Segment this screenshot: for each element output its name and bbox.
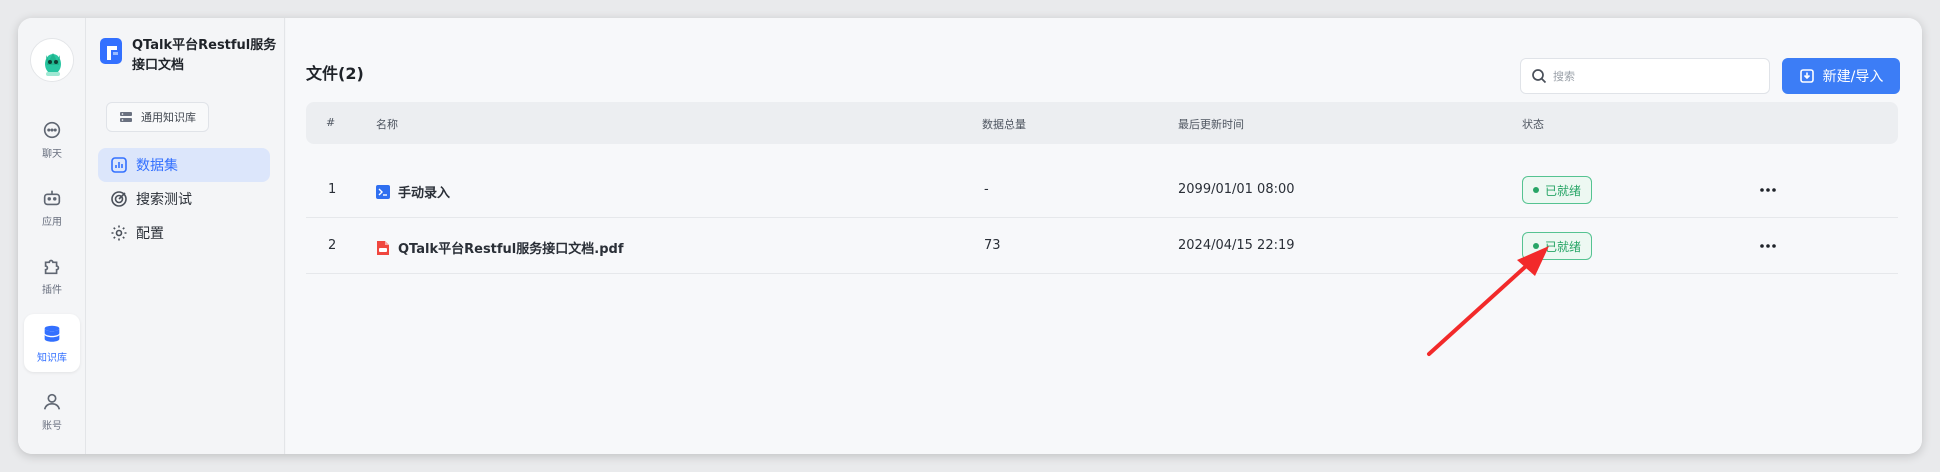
row-count: 73 [984,238,1001,253]
manual-entry-icon [376,184,390,199]
rail-item-knowledge-base[interactable]: 知识库 [24,314,80,372]
nav-dataset[interactable]: 数据集 [98,148,270,182]
user-avatar[interactable] [30,38,74,82]
pdf-icon [377,240,389,255]
app-window: 聊天 应用 插件 知识库 账号 QTalk平台Restful服务接口文档 通用知 [18,18,1922,454]
rail-item-plugins[interactable]: 插件 [24,246,80,304]
main-content: 文件(2) 新建/导入 # 名称 数据总量 最后更新时间 状态 1 手动录入 -… [286,18,1922,454]
row-name: 手动录入 [398,186,451,201]
rail-item-apps[interactable]: 应用 [24,178,80,236]
avatar-image [31,39,73,81]
page-title: 文件(2) [306,64,364,83]
search-input[interactable] [1553,69,1753,83]
kb-sidebar: QTalk平台Restful服务接口文档 通用知识库 数据集 搜索测试 配置 [86,18,285,454]
row-name: QTalk平台Restful服务接口文档.pdf [398,242,624,257]
new-import-label: 新建/导入 [1822,69,1884,85]
server-icon [120,112,132,122]
rail-item-chat[interactable]: 聊天 [24,110,80,168]
chat-icon [43,121,61,138]
more-options-button[interactable] [1754,232,1782,260]
kb-title: QTalk平台Restful服务接口文档 [132,38,277,73]
nav-label: 搜索测试 [136,192,192,208]
column-header-status: 状态 [1522,118,1544,131]
robot-icon [43,190,61,205]
row-index: 1 [328,182,337,197]
import-icon [1799,69,1814,83]
status-badge: 已就绪 [1522,176,1593,204]
column-header-name: 名称 [376,118,398,131]
nav-label: 数据集 [136,158,178,174]
ellipsis-icon [1760,244,1776,248]
status-label: 已就绪 [1545,183,1582,198]
row-count: - [984,182,989,197]
target-icon [111,191,127,207]
column-header-index: # [326,116,336,129]
row-updated: 2099/01/01 08:00 [1178,182,1295,197]
database-icon [44,325,60,342]
more-options-button[interactable] [1754,176,1782,204]
puzzle-icon [44,259,60,274]
main-rail: 聊天 应用 插件 知识库 账号 [18,18,86,454]
search-box[interactable] [1520,58,1770,94]
column-header-count: 数据总量 [982,118,1026,131]
kb-type-tag: 通用知识库 [106,102,209,132]
rail-item-label: 应用 [42,216,62,228]
rail-item-account[interactable]: 账号 [24,382,80,440]
rail-item-label: 账号 [42,420,62,432]
column-header-updated: 最后更新时间 [1178,118,1244,131]
rail-item-label: 聊天 [42,148,62,160]
row-name-cell[interactable]: 手动录入 [376,182,450,201]
chart-icon [111,157,127,173]
table-row[interactable]: 2 QTalk平台Restful服务接口文档.pdf 73 2024/04/15… [306,218,1898,274]
rail-item-label: 插件 [42,284,62,296]
ellipsis-icon [1760,188,1776,192]
row-index: 2 [328,238,337,253]
table-row[interactable]: 1 手动录入 - 2099/01/01 08:00 已就绪 [306,162,1898,218]
row-name-cell[interactable]: QTalk平台Restful服务接口文档.pdf [376,238,623,257]
new-import-button[interactable]: 新建/导入 [1782,58,1900,94]
row-updated: 2024/04/15 22:19 [1178,238,1295,253]
rail-item-label: 知识库 [37,352,67,364]
gear-icon [111,225,127,241]
kb-type-label: 通用知识库 [141,111,196,124]
user-icon [43,393,61,410]
nav-search-test[interactable]: 搜索测试 [98,182,270,216]
nav-label: 配置 [136,226,164,242]
annotation-arrow [1427,246,1549,356]
nav-config[interactable]: 配置 [98,216,270,250]
table-header: # 名称 数据总量 最后更新时间 状态 [306,102,1898,144]
status-dot [1533,187,1539,193]
kb-logo-icon [100,38,122,64]
search-icon [1532,69,1547,84]
